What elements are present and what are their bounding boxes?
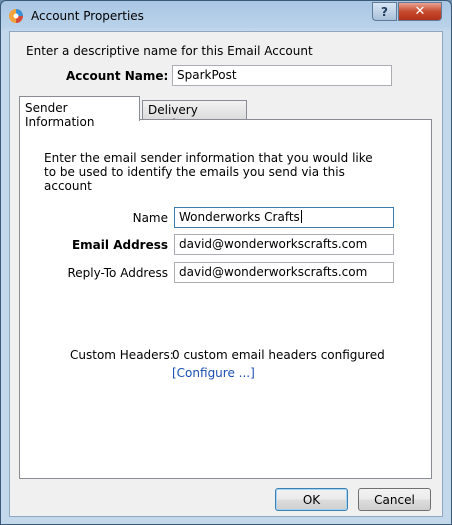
email-address-input[interactable]: david@wonderworkscrafts.com — [174, 234, 394, 255]
help-button[interactable]: ? — [372, 2, 397, 21]
custom-headers-value: 0 custom email headers configured — [172, 348, 385, 362]
account-properties-window: Account Properties ? ✕ Enter a descripti… — [0, 0, 452, 525]
close-icon: ✕ — [414, 4, 426, 19]
cancel-button[interactable]: Cancel — [358, 488, 431, 511]
sender-information-panel: Enter the email sender information that … — [19, 119, 432, 479]
close-button[interactable]: ✕ — [398, 2, 442, 21]
configure-link[interactable]: [Configure ...] — [172, 366, 255, 380]
text-caret — [300, 210, 302, 223]
tab-delivery-settings[interactable]: Delivery Settings — [142, 100, 247, 131]
window-title: Account Properties — [31, 9, 144, 23]
intro-text: Enter a descriptive name for this Email … — [26, 44, 313, 58]
custom-headers-label: Custom Headers: — [70, 348, 174, 362]
name-input[interactable]: Wonderworks Crafts — [174, 207, 394, 228]
sender-description: Enter the email sender information that … — [44, 151, 373, 193]
tab-sender-information[interactable]: Sender Information — [19, 96, 140, 129]
account-name-input[interactable]: SparkPost — [172, 65, 392, 86]
ok-button[interactable]: OK — [275, 488, 348, 511]
dialog-body: Enter a descriptive name for this Email … — [9, 31, 443, 517]
reply-to-label: Reply-To Address — [67, 266, 169, 280]
reply-to-input[interactable]: david@wonderworkscrafts.com — [174, 262, 394, 283]
name-input-value: Wonderworks Crafts — [179, 210, 300, 224]
account-name-label: Account Name: — [66, 69, 169, 83]
title-bar[interactable]: Account Properties ? ✕ — [1, 1, 451, 31]
name-label: Name — [132, 211, 168, 225]
email-address-label: Email Address — [71, 238, 168, 252]
help-icon: ? — [381, 4, 388, 19]
app-icon — [9, 9, 23, 23]
